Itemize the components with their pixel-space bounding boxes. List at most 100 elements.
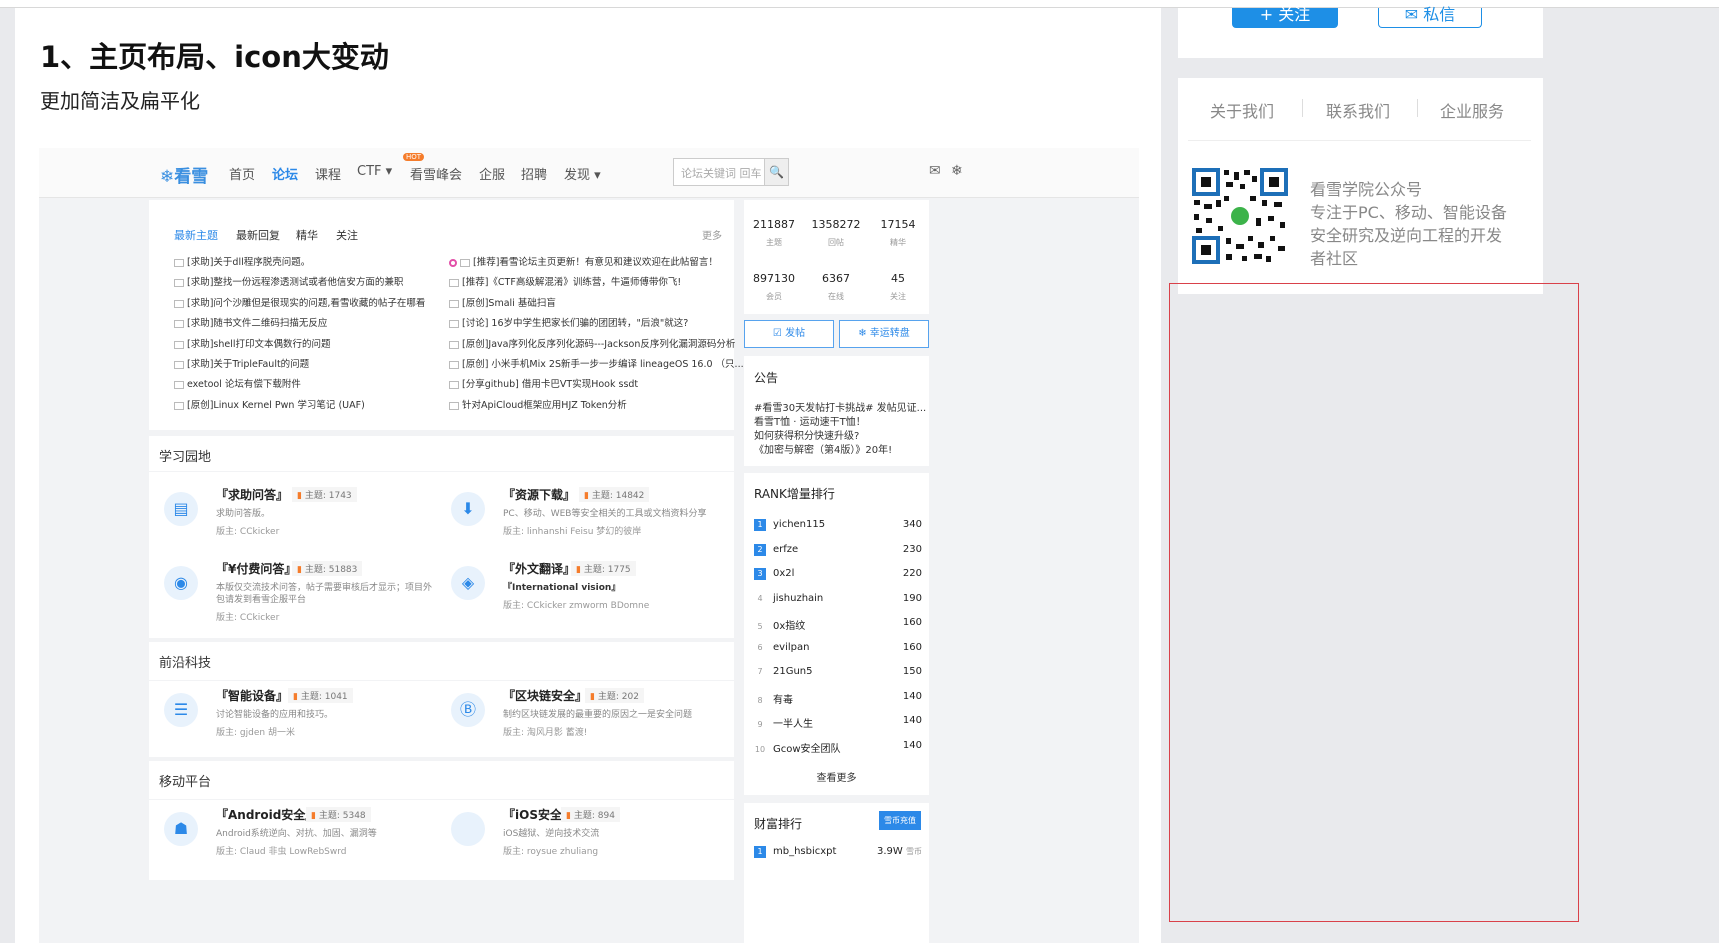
- envelope-icon: [449, 380, 459, 389]
- notice-item[interactable]: 看雪T恤 · 运动速干T恤！: [754, 413, 866, 428]
- post-button[interactable]: ☑ 发帖: [744, 320, 834, 348]
- thread-item[interactable]: [求助]关于dll程序脱壳问题。: [174, 254, 310, 268]
- nav-forum[interactable]: 论坛: [272, 164, 298, 183]
- thread-item[interactable]: [求助]关于TripleFault的问题: [174, 356, 309, 370]
- thread-item[interactable]: [求助]整找一份远程渗透测试或者他信安方面的兼职: [174, 274, 403, 288]
- thread-item[interactable]: [推荐]《CTF高级解混淆》训练营，牛逼师傅带你飞!: [449, 274, 681, 288]
- rank-row[interactable]: 3 0x2l 220: [754, 568, 922, 580]
- envelope-icon: [174, 319, 184, 328]
- lucky-wheel-button[interactable]: ❄ 幸运转盘: [839, 320, 929, 348]
- stat-replies: 1358272 回帖: [811, 218, 861, 247]
- article-title: 1、主页布局、icon大变动: [40, 40, 389, 74]
- snowflake-icon[interactable]: ❄: [951, 163, 963, 179]
- rank-row[interactable]: 4 jishuzhain 190: [754, 593, 922, 605]
- notice-title: 公告: [754, 371, 779, 385]
- stat-topics: 211887 主题: [753, 218, 795, 247]
- envelope-icon: [449, 401, 459, 410]
- mobile-section-header: 移动平台: [149, 761, 734, 799]
- forum-nav: ❄看雪 首页 论坛 课程 CTF ▾ HOT 看雪峰会 企服 招聘 发现 ▾ 论…: [39, 148, 1139, 198]
- camera-icon: ◉: [164, 566, 198, 600]
- tab-featured[interactable]: 精华: [296, 227, 318, 243]
- thread-item[interactable]: [推荐]看雪论坛主页更新！有意见和建议欢迎在此帖留言！: [449, 254, 718, 268]
- contact-us-link[interactable]: 联系我们: [1326, 98, 1390, 122]
- section-title: 学习园地: [159, 450, 212, 465]
- divider: [1302, 99, 1303, 117]
- thread-item[interactable]: [求助]随书文件二维码扫描无反应: [174, 315, 327, 329]
- bitcoin-icon: Ⓑ: [451, 693, 485, 727]
- follow-button[interactable]: + 关注: [1232, 7, 1338, 28]
- see-more-link[interactable]: 查看更多: [744, 769, 929, 784]
- envelope-icon: [174, 299, 184, 308]
- nav-jobs[interactable]: 招聘: [521, 164, 547, 183]
- thread-item[interactable]: 针对ApiCloud框架应用HJZ Token分析: [449, 397, 627, 411]
- rank-row[interactable]: 10 Gcow安全团队 140: [754, 740, 922, 756]
- section-title: 前沿科技: [159, 656, 212, 671]
- rank-row[interactable]: 6 evilpan 160: [754, 642, 922, 654]
- envelope-icon: [449, 299, 459, 308]
- qr-caption-line: 者社区: [1310, 249, 1359, 268]
- nav-course[interactable]: 课程: [315, 164, 341, 183]
- more-link[interactable]: 更多: [702, 227, 722, 242]
- frontier-forums-card: ☰ 『智能设备』 ▮ 主题: 1041 讨论智能设备的应用和技巧。 版主: gj…: [149, 681, 734, 757]
- notice-card: 公告 #看雪30天发帖打卡挑战# 发帖见证... 看雪T恤 · 运动速干T恤！ …: [744, 356, 929, 466]
- rank-row[interactable]: 1 yichen115 340: [754, 519, 922, 531]
- thread-item[interactable]: [原创] 小米手机Mix 2S新手一步一步编译 lineageOS 16.0 （…: [449, 356, 744, 370]
- envelope-icon: [460, 258, 470, 267]
- rank-row[interactable]: 8 有毒 140: [754, 691, 922, 707]
- section-title: 移动平台: [159, 775, 212, 790]
- nav-enterprise[interactable]: 企服: [479, 164, 505, 183]
- mail-icon[interactable]: ✉: [929, 163, 941, 179]
- stat-online: 6367 在线: [822, 272, 850, 301]
- envelope-icon: [174, 401, 184, 410]
- qr-caption-title: 看雪学院公众号: [1310, 180, 1423, 199]
- rank-row[interactable]: 9 一半人生 140: [754, 715, 922, 731]
- envelope-icon: [449, 360, 459, 369]
- rank-title: RANK增量排行: [754, 487, 835, 501]
- envelope-icon: [174, 258, 184, 267]
- message-button[interactable]: ✉ 私信: [1378, 7, 1482, 28]
- nav-home[interactable]: 首页: [229, 164, 255, 183]
- notice-item[interactable]: 如何获得积分快速升级?: [754, 427, 859, 442]
- nav-discover[interactable]: 发现 ▾: [564, 164, 601, 183]
- thread-item[interactable]: [讨论] 16岁中学生把家长们骗的团团转，"后浪"就这?: [449, 315, 688, 329]
- apple-icon: [451, 812, 485, 846]
- chat-icon: ▤: [164, 492, 198, 526]
- stat-follow: 45 关注: [890, 272, 906, 301]
- enterprise-link[interactable]: 企业服务: [1440, 98, 1504, 122]
- thread-item[interactable]: [原创]Linux Kernel Pwn 学习笔记 (UAF): [174, 397, 365, 411]
- tab-replies[interactable]: 最新回复: [236, 227, 280, 243]
- kanxue-logo[interactable]: ❄看雪: [160, 162, 208, 187]
- envelope-icon: [174, 380, 184, 389]
- rank-row[interactable]: 2 erfze 230: [754, 544, 922, 556]
- tab-latest[interactable]: 最新主题: [174, 227, 218, 243]
- hot-badge: HOT: [403, 153, 425, 161]
- frontier-section-header: 前沿科技: [149, 642, 734, 680]
- thread-item[interactable]: [求助]问个沙雕但是很现实的问题,看雪收藏的帖子在哪看: [174, 295, 425, 309]
- envelope-icon: [174, 360, 184, 369]
- nav-ctf[interactable]: CTF ▾: [357, 164, 392, 179]
- top-bar: [0, 0, 1719, 8]
- thread-item[interactable]: [分享github] 借用卡巴VT实现Hook ssdt: [449, 376, 638, 390]
- notice-item[interactable]: #看雪30天发帖打卡挑战# 发帖见证...: [754, 399, 926, 414]
- about-us-link[interactable]: 关于我们: [1210, 98, 1274, 122]
- profile-actions: + 关注 ✉ 私信: [1178, 7, 1543, 58]
- notice-item[interactable]: 《加密与解密（第4版）》20年!: [754, 441, 892, 456]
- envelope-icon: [449, 278, 459, 287]
- nav-summit[interactable]: 看雪峰会: [410, 164, 462, 183]
- qr-caption-line: 专注于PC、移动、智能设备: [1310, 203, 1507, 222]
- topup-button[interactable]: 雪币充值: [879, 811, 921, 830]
- box-icon: ◈: [451, 566, 485, 600]
- thread-item[interactable]: [原创]Java序列化反序列化源码---Jackson反序列化漏洞源码分析: [449, 336, 735, 350]
- rank-row[interactable]: 1 mb_hsbicxpt 3.9W 雪币: [754, 846, 922, 858]
- mobile-forums-card: ☗ 『Android安全』 ▮ 主题: 5348 Android系统逆向、对抗、…: [149, 800, 734, 880]
- android-icon: ☗: [164, 812, 198, 846]
- envelope-icon: [174, 340, 184, 349]
- rank-row[interactable]: 7 21Gun5 150: [754, 666, 922, 678]
- thread-item[interactable]: [求助]shell打印文本偶数行的问题: [174, 336, 331, 350]
- thread-item[interactable]: [原创]Smali 基础扫盲: [449, 295, 556, 309]
- pin-icon: [449, 258, 457, 267]
- thread-item[interactable]: exetool 论坛有偿下载附件: [174, 376, 301, 390]
- rank-row[interactable]: 5 0x指纹 160: [754, 617, 922, 633]
- search-icon[interactable]: 🔍: [764, 158, 789, 186]
- tab-following[interactable]: 关注: [336, 227, 358, 243]
